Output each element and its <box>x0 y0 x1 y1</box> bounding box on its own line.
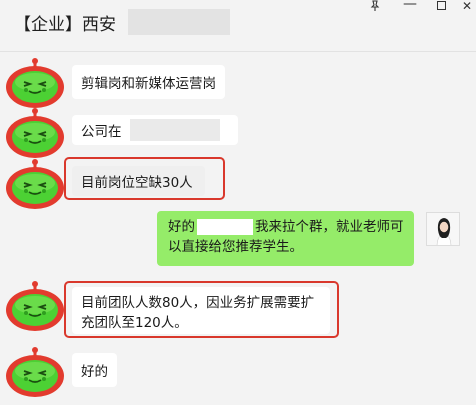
message-bubble: 目前岗位空缺30人 <box>72 166 205 196</box>
redacted-text-block <box>129 119 220 141</box>
message-text-line2: 充团队至120人。 <box>81 315 188 331</box>
user-avatar[interactable] <box>426 212 460 246</box>
pin-icon[interactable] <box>366 0 384 14</box>
frog-avatar-icon[interactable] <box>4 54 66 108</box>
my-message-bubble: 好的 我来拉个群，就业老师可 以直接给您推荐学生。 <box>157 211 414 266</box>
chat-header: 【企业】西安 — ✕ <box>0 0 476 52</box>
message-text: 目前岗位空缺30人 <box>81 175 193 191</box>
message-text: 好的 <box>81 364 108 380</box>
message-text-line2: 以直接给您推荐学生。 <box>168 239 303 255</box>
message-text: 剪辑岗和新媒体运营岗 <box>81 76 216 92</box>
message-bubble: 剪辑岗和新媒体运营岗 <box>72 65 225 99</box>
close-icon[interactable]: ✕ <box>458 0 476 14</box>
maximize-icon[interactable] <box>432 0 450 14</box>
message-text-before: 好的 <box>168 219 195 235</box>
frog-avatar-icon[interactable] <box>4 343 66 397</box>
message-text: 公司在 <box>81 124 122 140</box>
frog-avatar-icon[interactable] <box>4 155 66 209</box>
message-text-line1: 目前团队人数80人，因业务扩展需要扩 <box>81 295 315 311</box>
minimize-icon[interactable]: — <box>401 0 419 12</box>
message-bubble: 公司在 <box>72 115 238 145</box>
message-bubble: 目前团队人数80人，因业务扩展需要扩 充团队至120人。 <box>72 287 330 334</box>
message-text-after: 我来拉个群，就业老师可 <box>255 219 404 235</box>
redacted-title-block <box>128 9 230 35</box>
frog-avatar-icon[interactable] <box>4 104 66 158</box>
redacted-text-block <box>197 219 253 235</box>
chat-title: 【企业】西安 <box>14 15 116 35</box>
message-bubble: 好的 <box>72 353 117 387</box>
frog-avatar-icon[interactable] <box>4 277 66 331</box>
